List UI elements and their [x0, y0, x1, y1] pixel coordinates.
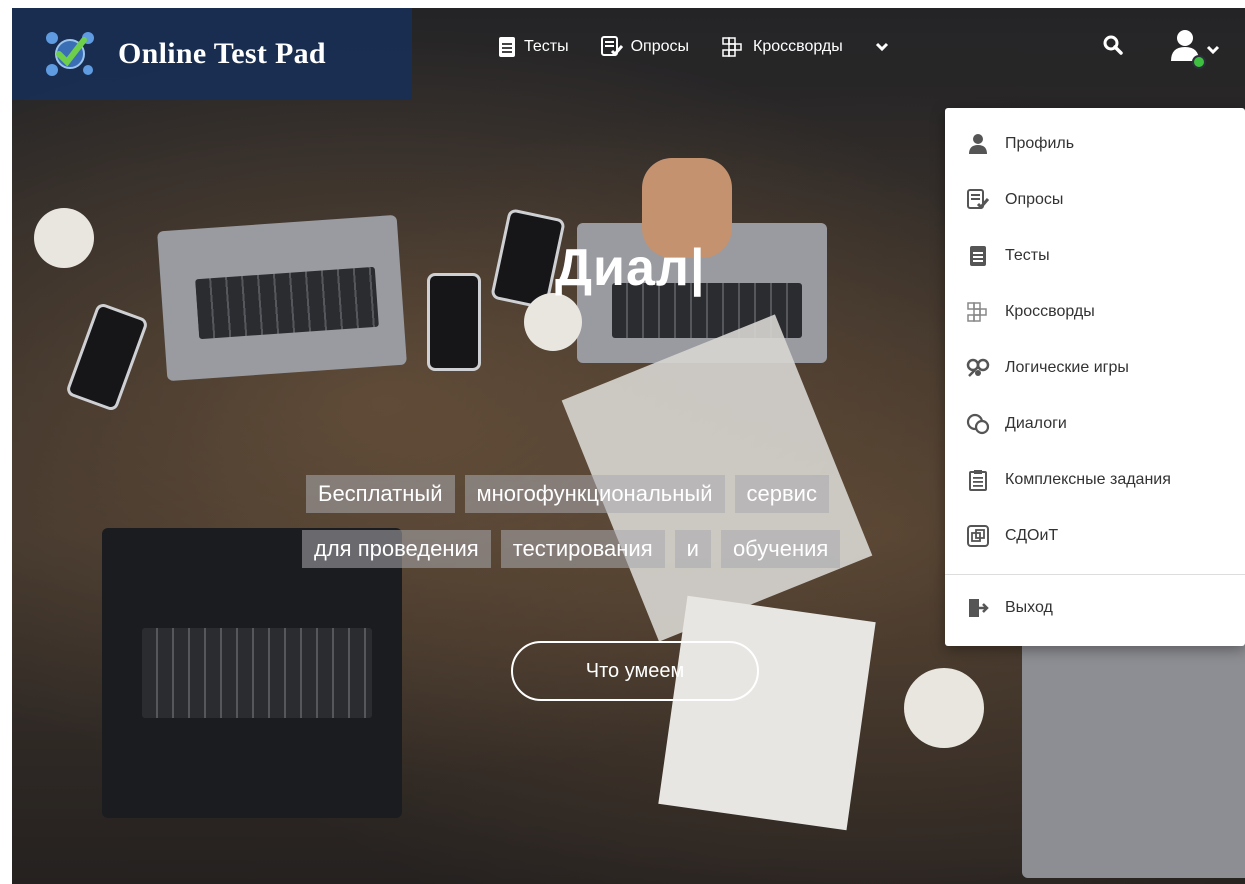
site-logo[interactable]: Online Test Pad	[12, 8, 412, 100]
crossword-icon	[722, 37, 742, 57]
chevron-down-icon[interactable]	[875, 39, 889, 55]
cup-decoration	[904, 668, 984, 748]
dropdown-item-dialogs[interactable]: Диалоги	[945, 404, 1245, 444]
dropdown-item-label: Комплексные задания	[1005, 471, 1171, 488]
main-nav: Тесты Опросы Кроссворды	[498, 36, 889, 58]
survey-check-icon	[965, 187, 991, 213]
dropdown-item-complex-tasks[interactable]: Комплексные задания	[945, 460, 1245, 500]
dropdown-item-label: Тесты	[1005, 247, 1050, 264]
windows-icon	[965, 523, 991, 549]
user-icon	[965, 131, 991, 157]
laptop-decoration	[1022, 638, 1245, 878]
chevron-down-icon	[1206, 45, 1220, 55]
tagline-word: и	[674, 530, 711, 568]
cup-decoration	[524, 293, 582, 351]
what-we-do-button[interactable]: Что умеем	[511, 641, 759, 701]
logout-icon	[965, 595, 991, 621]
tagline-word: для проведения	[302, 530, 491, 568]
phone-decoration	[64, 301, 150, 413]
survey-check-icon	[600, 36, 623, 57]
dropdown-item-profile[interactable]: Профиль	[945, 124, 1245, 164]
tagline-word: многофункциональный	[464, 475, 725, 513]
nav-surveys[interactable]: Опросы	[600, 36, 690, 58]
test-doc-icon	[499, 37, 515, 57]
notebook-decoration	[658, 595, 876, 831]
tagline-word: тестирования	[500, 530, 665, 568]
crossword-icon	[965, 299, 991, 325]
keyboard-decoration	[195, 266, 379, 340]
dropdown-item-label: Диалоги	[1005, 415, 1067, 432]
logo-molecule-icon	[46, 32, 94, 76]
top-strip	[0, 0, 1245, 8]
user-dropdown-menu: Профиль Опросы Тесты Кроссворды Логическ…	[945, 108, 1245, 646]
dropdown-item-label: Логические игры	[1005, 359, 1129, 376]
tagline-word: Бесплатный	[306, 475, 455, 513]
clipboard-icon	[965, 467, 991, 493]
dropdown-item-label: Профиль	[1005, 135, 1075, 152]
user-menu-button[interactable]	[1170, 28, 1220, 69]
tagline-line-1: Бесплатный многофункциональный сервис	[306, 475, 839, 513]
nav-label: Кроссворды	[753, 38, 843, 55]
dropdown-item-logic-games[interactable]: Логические игры	[945, 348, 1245, 388]
logo-text: Online Test Pad	[118, 37, 326, 70]
test-doc-icon	[965, 243, 991, 269]
phone-decoration	[427, 273, 481, 371]
nav-crosswords[interactable]: Кроссворды	[721, 36, 843, 58]
search-button[interactable]	[1102, 34, 1124, 61]
dropdown-item-sdoit[interactable]: СДОиТ	[945, 516, 1245, 556]
dropdown-item-label: Выход	[1005, 599, 1053, 616]
dropdown-item-crosswords[interactable]: Кроссворды	[945, 292, 1245, 332]
nav-label: Опросы	[630, 38, 690, 55]
dropdown-item-tests[interactable]: Тесты	[945, 236, 1245, 276]
dropdown-item-label: СДОиТ	[1005, 527, 1059, 544]
dropdown-item-logout[interactable]: Выход	[945, 588, 1245, 628]
tagline-word: обучения	[720, 530, 841, 568]
search-icon	[1103, 35, 1123, 55]
tagline-line-2: для проведения тестирования и обучения	[302, 530, 850, 568]
dropdown-divider	[945, 574, 1245, 575]
cup-decoration	[34, 208, 94, 268]
keyboard-decoration	[142, 628, 372, 718]
hero-title: Диал|	[555, 239, 706, 297]
nav-label: Тесты	[524, 38, 569, 55]
online-status-dot	[1192, 55, 1206, 69]
tagline-word: сервис	[734, 475, 829, 513]
dialog-icon	[965, 411, 991, 437]
puzzle-icon	[965, 355, 991, 381]
dropdown-item-label: Кроссворды	[1005, 303, 1095, 320]
nav-tests[interactable]: Тесты	[498, 36, 569, 58]
dropdown-item-surveys[interactable]: Опросы	[945, 180, 1245, 220]
dropdown-item-label: Опросы	[1005, 191, 1064, 208]
